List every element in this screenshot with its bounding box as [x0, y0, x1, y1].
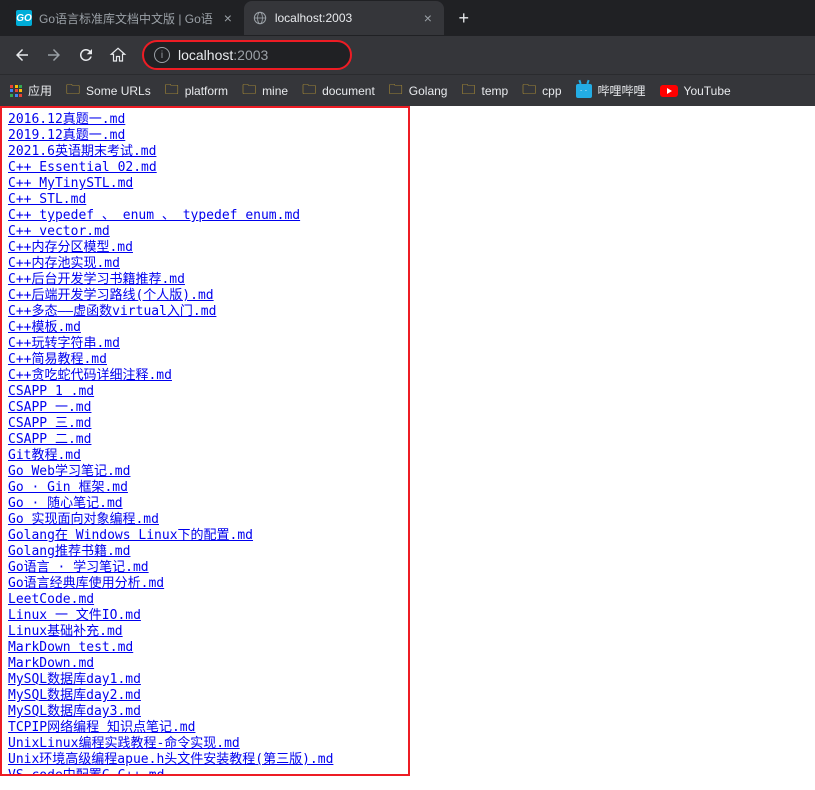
folder-icon: 🗀 — [66, 79, 80, 103]
tab-localhost[interactable]: localhost:2003 × — [244, 1, 444, 35]
file-link[interactable]: CSAPP 二.md — [8, 432, 402, 448]
bookmark-folder-document[interactable]: 🗀 document — [302, 79, 375, 103]
go-favicon: GO — [16, 10, 32, 26]
bookmark-label: platform — [185, 84, 228, 98]
tab-go-docs[interactable]: GO Go语言标准库文档中文版 | Go语 × — [8, 1, 244, 35]
folder-icon: 🗀 — [165, 79, 179, 103]
site-info-icon[interactable]: i — [154, 47, 170, 63]
apps-grid-icon — [10, 85, 22, 97]
bookmark-label: 哔哩哔哩 — [598, 82, 646, 99]
file-link[interactable]: 2019.12真题一.md — [8, 128, 402, 144]
url-text: localhost:2003 — [178, 47, 268, 63]
toolbar: i localhost:2003 — [0, 36, 815, 74]
new-tab-button[interactable]: + — [450, 4, 478, 32]
bookmark-folder-golang[interactable]: 🗀 Golang — [389, 79, 448, 103]
file-link[interactable]: C++ vector.md — [8, 224, 402, 240]
file-link[interactable]: C++内存分区模型.md — [8, 240, 402, 256]
file-link[interactable]: C++ MyTinySTL.md — [8, 176, 402, 192]
close-icon[interactable]: × — [220, 10, 236, 26]
file-link[interactable]: Golang推荐书籍.md — [8, 544, 402, 560]
file-link[interactable]: Golang在 Windows Linux下的配置.md — [8, 528, 402, 544]
bookmark-label: Golang — [409, 84, 448, 98]
file-link[interactable]: VS code中配置C C++.md — [8, 768, 402, 776]
file-link[interactable]: C++多态——虚函数virtual入门.md — [8, 304, 402, 320]
address-bar[interactable]: i localhost:2003 — [142, 40, 352, 70]
reload-button[interactable] — [72, 41, 100, 69]
file-link[interactable]: C++后台开发学习书籍推荐.md — [8, 272, 402, 288]
file-link[interactable]: CSAPP 1 .md — [8, 384, 402, 400]
file-link[interactable]: Go · Gin 框架.md — [8, 480, 402, 496]
url-port: :2003 — [233, 47, 268, 63]
globe-icon — [252, 10, 268, 26]
bookmark-label: document — [322, 84, 375, 98]
file-link[interactable]: 2016.12真题一.md — [8, 112, 402, 128]
file-link[interactable]: CSAPP 一.md — [8, 400, 402, 416]
bookmark-label: temp — [481, 84, 508, 98]
file-link[interactable]: 2021.6英语期末考试.md — [8, 144, 402, 160]
file-link[interactable]: TCPIP网络编程 知识点笔记.md — [8, 720, 402, 736]
file-link[interactable]: Go 实现面向对象编程.md — [8, 512, 402, 528]
apps-label: 应用 — [28, 82, 52, 99]
tab-bar: GO Go语言标准库文档中文版 | Go语 × localhost:2003 ×… — [0, 0, 815, 36]
bookmark-folder-mine[interactable]: 🗀 mine — [242, 79, 288, 103]
folder-icon: 🗀 — [522, 79, 536, 103]
file-link[interactable]: Go Web学习笔记.md — [8, 464, 402, 480]
file-link[interactable]: MarkDown.md — [8, 656, 402, 672]
file-link[interactable]: LeetCode.md — [8, 592, 402, 608]
url-host: localhost — [178, 47, 233, 63]
tab-title: Go语言标准库文档中文版 | Go语 — [39, 10, 213, 27]
file-link[interactable]: Linux 一 文件IO.md — [8, 608, 402, 624]
file-link[interactable]: C++ STL.md — [8, 192, 402, 208]
file-link[interactable]: MySQL数据库day1.md — [8, 672, 402, 688]
file-link[interactable]: C++简易教程.md — [8, 352, 402, 368]
home-button[interactable] — [104, 41, 132, 69]
file-link[interactable]: C++玩转字符串.md — [8, 336, 402, 352]
forward-button[interactable] — [40, 41, 68, 69]
bookmark-bilibili[interactable]: · · 哔哩哔哩 — [576, 82, 646, 99]
file-link[interactable]: Git教程.md — [8, 448, 402, 464]
file-link[interactable]: Go · 随心笔记.md — [8, 496, 402, 512]
bookmark-folder-cpp[interactable]: 🗀 cpp — [522, 79, 561, 103]
file-link[interactable]: UnixLinux编程实践教程-命令实现.md — [8, 736, 402, 752]
file-link[interactable]: CSAPP 三.md — [8, 416, 402, 432]
file-link[interactable]: Linux基础补充.md — [8, 624, 402, 640]
apps-button[interactable]: 应用 — [10, 82, 52, 99]
file-link[interactable]: Unix环境高级编程apue.h头文件安装教程(第三版).md — [8, 752, 402, 768]
bookmark-label: mine — [262, 84, 288, 98]
file-link[interactable]: MySQL数据库day3.md — [8, 704, 402, 720]
bookmark-folder-some-urls[interactable]: 🗀 Some URLs — [66, 79, 151, 103]
bookmarks-bar: 应用 🗀 Some URLs 🗀 platform 🗀 mine 🗀 docum… — [0, 74, 815, 106]
file-link[interactable]: MarkDown test.md — [8, 640, 402, 656]
folder-icon: 🗀 — [389, 79, 403, 103]
file-link[interactable]: C++模板.md — [8, 320, 402, 336]
file-link[interactable]: Go语言 · 学习笔记.md — [8, 560, 402, 576]
close-icon[interactable]: × — [420, 10, 436, 26]
file-link[interactable]: MySQL数据库day2.md — [8, 688, 402, 704]
file-link[interactable]: Go语言经典库使用分析.md — [8, 576, 402, 592]
back-button[interactable] — [8, 41, 36, 69]
youtube-icon — [660, 85, 678, 97]
bookmark-folder-temp[interactable]: 🗀 temp — [461, 79, 508, 103]
tab-title: localhost:2003 — [275, 11, 413, 25]
page-content: 2016.12真题一.md2019.12真题一.md2021.6英语期末考试.m… — [0, 106, 410, 776]
bookmark-youtube[interactable]: YouTube — [660, 84, 731, 98]
directory-listing: 2016.12真题一.md2019.12真题一.md2021.6英语期末考试.m… — [8, 112, 402, 776]
bookmark-folder-platform[interactable]: 🗀 platform — [165, 79, 228, 103]
file-link[interactable]: C++ Essential 02.md — [8, 160, 402, 176]
bookmark-label: YouTube — [684, 84, 731, 98]
file-link[interactable]: C++后端开发学习路线(个人版).md — [8, 288, 402, 304]
bookmark-label: Some URLs — [86, 84, 151, 98]
folder-icon: 🗀 — [302, 79, 316, 103]
file-link[interactable]: C++内存池实现.md — [8, 256, 402, 272]
bookmark-label: cpp — [542, 84, 561, 98]
folder-icon: 🗀 — [461, 79, 475, 103]
file-link[interactable]: C++ typedef 、 enum 、 typedef enum.md — [8, 208, 402, 224]
file-link[interactable]: C++贪吃蛇代码详细注释.md — [8, 368, 402, 384]
folder-icon: 🗀 — [242, 79, 256, 103]
bilibili-icon: · · — [576, 84, 592, 98]
